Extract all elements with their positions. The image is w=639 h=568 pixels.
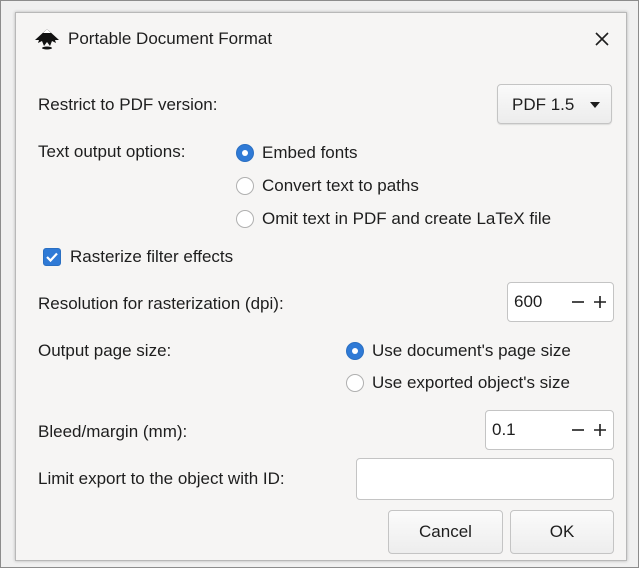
inkscape-logo-icon (35, 29, 59, 50)
plus-icon[interactable] (590, 283, 610, 321)
bleed-label: Bleed/margin (mm): (38, 422, 188, 441)
pdf-version-label: Restrict to PDF version: (38, 95, 218, 114)
radio-convert-text-to-paths[interactable] (236, 177, 254, 195)
plus-icon[interactable] (590, 411, 610, 449)
radio-embed-fonts[interactable] (236, 144, 254, 162)
radio-use-exported-object-size[interactable] (346, 374, 364, 392)
ok-button[interactable]: OK (510, 510, 614, 554)
object-id-input[interactable] (356, 458, 614, 500)
page-size-label: Output page size: (38, 341, 172, 360)
text-output-label: Text output options: (38, 142, 186, 161)
radio-omit-text-latex[interactable] (236, 210, 254, 228)
document-page-size-label[interactable]: Use document's page size (372, 341, 571, 361)
minus-icon[interactable] (568, 411, 588, 449)
resolution-label: Resolution for rasterization (dpi): (38, 294, 284, 313)
title-bar: Portable Document Format (16, 13, 626, 65)
pdf-version-dropdown[interactable]: PDF 1.5 (497, 84, 612, 124)
convert-text-label[interactable]: Convert text to paths (262, 176, 419, 196)
minus-icon[interactable] (568, 283, 588, 321)
rasterize-checkbox[interactable] (43, 248, 61, 266)
screenshot-frame: Portable Document Format Restrict to PDF… (0, 0, 639, 568)
exported-object-size-label[interactable]: Use exported object's size (372, 373, 570, 393)
bleed-input[interactable] (492, 420, 562, 440)
limit-export-label: Limit export to the object with ID: (38, 469, 285, 488)
radio-use-document-page-size[interactable] (346, 342, 364, 360)
embed-fonts-label[interactable]: Embed fonts (262, 143, 357, 163)
omit-text-label[interactable]: Omit text in PDF and create LaTeX file (262, 209, 551, 229)
pdf-export-dialog: Portable Document Format Restrict to PDF… (15, 12, 627, 561)
cancel-button[interactable]: Cancel (388, 510, 503, 554)
close-icon[interactable] (588, 25, 616, 53)
resolution-spinbutton[interactable] (507, 282, 614, 322)
check-icon (46, 252, 58, 263)
resolution-input[interactable] (514, 292, 558, 312)
dialog-title: Portable Document Format (68, 29, 273, 48)
bleed-spinbutton[interactable] (485, 410, 614, 450)
rasterize-label[interactable]: Rasterize filter effects (70, 247, 233, 267)
dropdown-arrow-icon (590, 102, 600, 108)
pdf-version-value: PDF 1.5 (512, 95, 575, 114)
